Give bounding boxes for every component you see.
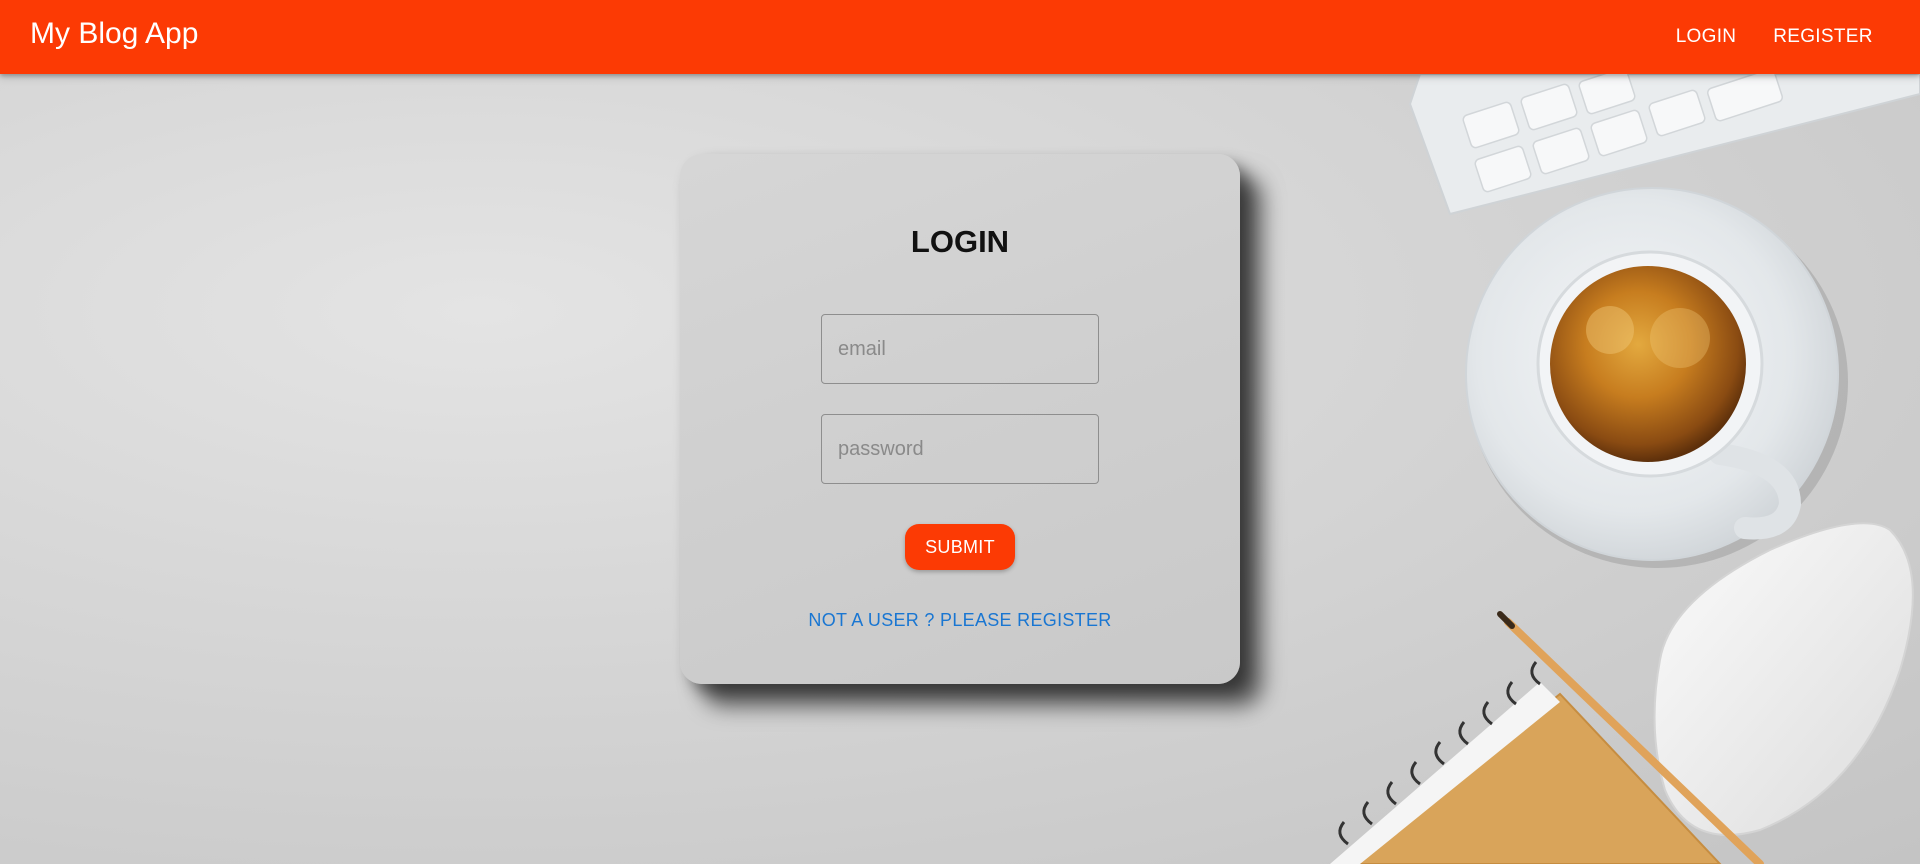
coffee-cup-icon (1465, 187, 1848, 568)
nav-login-button[interactable]: LOGIN (1666, 20, 1746, 54)
submit-button[interactable]: SUBMIT (905, 524, 1015, 570)
register-link[interactable]: NOT A USER ? PLEASE REGISTER (680, 610, 1240, 631)
app-bar: My Blog App LOGIN REGISTER (0, 0, 1920, 74)
password-input[interactable] (821, 414, 1099, 484)
email-input[interactable] (821, 314, 1099, 384)
login-card: LOGIN SUBMIT NOT A USER ? PLEASE REGISTE… (680, 154, 1240, 684)
login-title: LOGIN (910, 224, 1010, 259)
mouse-icon (1653, 522, 1914, 836)
nav-register-button[interactable]: REGISTER (1768, 20, 1878, 54)
app-title: My Blog App (30, 17, 199, 50)
